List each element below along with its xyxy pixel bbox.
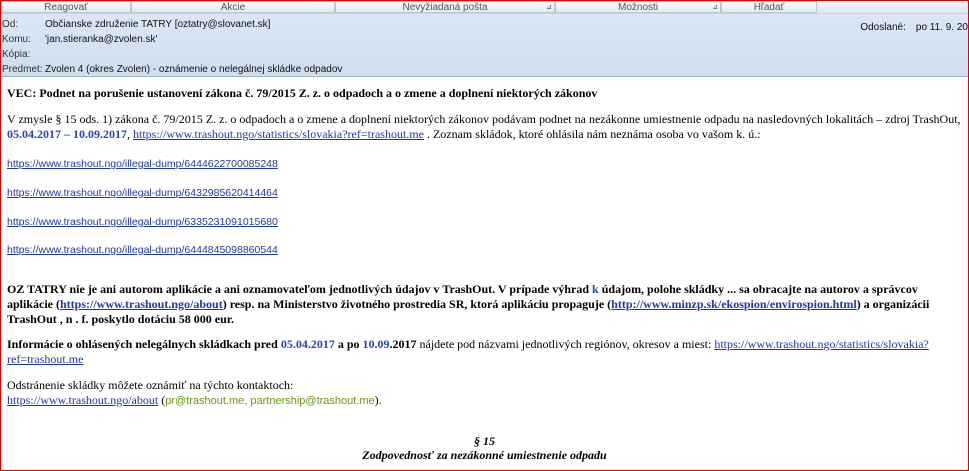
disclaimer-text: ) resp. na Ministerstvo životného prostr… — [222, 297, 612, 311]
sent-label: Odoslané: — [860, 22, 906, 33]
date-to: 10.09.2017 — [73, 127, 127, 141]
info-date-to: 10.09 — [362, 337, 390, 351]
toolbar: Reagovať Akcie Nevyžiadaná pošta ⊿ Možnos… — [1, 1, 968, 14]
dump-link[interactable]: https://www.trashout.ngo/illegal-dump/64… — [7, 158, 278, 170]
info-paragraph: Informácie o ohlásených nelegálnych sklá… — [7, 337, 962, 367]
disclaimer-text: OZ TATRY nie je ani autorom aplikácie a … — [7, 282, 593, 296]
disclaimer-k: k — [592, 282, 599, 296]
to-label: Komu: — [2, 34, 31, 45]
junk-mail-label: Nevyžiadaná pošta — [402, 2, 488, 13]
about-link[interactable]: https://www.trashout.ngo/about — [60, 297, 223, 311]
pr-email-link[interactable]: pr@trashout.me — [165, 395, 244, 407]
info-date-from: 05.04.2017 — [280, 337, 335, 351]
dump-link-2-row: https://www.trashout.ngo/illegal-dump/64… — [7, 185, 962, 201]
message-header: Od: Občianske združenie TATRY [oztatry@s… — [1, 14, 968, 77]
intro-text: V zmysle § 15 ods. 1) zákona č. 79/2015 … — [7, 112, 961, 126]
subject-label: Predmet: — [2, 64, 43, 75]
intro-paragraph: V zmysle § 15 ods. 1) zákona č. 79/2015 … — [7, 112, 962, 142]
junk-mail-button[interactable]: Nevyžiadaná pošta ⊿ — [335, 1, 555, 13]
subject-row: Predmet: Zvolen 4 (okres Zvolen) - oznám… — [1, 62, 701, 77]
options-button[interactable]: Možnosti ⊿ — [555, 1, 721, 13]
from-value[interactable]: Občianske združenie TATRY [oztatry@slova… — [45, 17, 270, 32]
cc-row: Kópia: — [1, 47, 701, 62]
sent-info: Odoslané: po 11. 9. 20 — [850, 22, 968, 33]
info-text: Informácie o ohlásených nelegálnych sklá… — [7, 337, 281, 351]
ministry-link[interactable]: http://www.minzp.sk/ekospion/envirospion… — [611, 297, 857, 311]
disclaimer-paragraph: OZ TATRY nie je ani autorom aplikácie a … — [7, 282, 962, 327]
section-number: § 15 — [474, 434, 495, 448]
partnership-email-link[interactable]: partnership@trashout.me — [250, 395, 374, 407]
from-row: Od: Občianske združenie TATRY [oztatry@s… — [1, 17, 701, 32]
to-row: Komu: 'jan.stieranka@zvolen.sk' — [1, 32, 701, 47]
find-button[interactable]: Hľadať — [721, 1, 817, 13]
dropdown-arrow-icon: ⊿ — [546, 4, 552, 11]
info-text: a po — [334, 337, 363, 351]
info-text: nájdete pod názvami jednotlivých regióno… — [416, 337, 715, 351]
date-from: 05.04.2017 — [7, 127, 61, 141]
info-year: .2017 — [389, 337, 417, 351]
cc-label: Kópia: — [2, 49, 31, 60]
sent-value: po 11. 9. 20 — [915, 22, 968, 33]
paren-close: ). — [374, 393, 382, 407]
statistics-link[interactable]: https://www.trashout.ngo/statistics/slov… — [133, 127, 424, 141]
dump-link[interactable]: https://www.trashout.ngo/illegal-dump/64… — [7, 244, 278, 256]
removal-paragraph: Odstránenie skládky môžete oznámiť na tý… — [7, 378, 962, 409]
removal-about-link[interactable]: https://www.trashout.ngo/about — [7, 393, 158, 407]
dump-link[interactable]: https://www.trashout.ngo/illegal-dump/64… — [7, 187, 278, 199]
subject-value: Zvolen 4 (okres Zvolen) - oznámenie o ne… — [45, 64, 343, 75]
actions-button[interactable]: Akcie — [131, 1, 335, 13]
removal-text: Odstránenie skládky môžete oznámiť na tý… — [7, 378, 294, 392]
to-value[interactable]: 'jan.stieranka@zvolen.sk' — [45, 32, 157, 47]
dump-link[interactable]: https://www.trashout.ngo/illegal-dump/63… — [7, 216, 278, 228]
reply-label: Reagovať — [44, 2, 88, 13]
dump-link-4-row: https://www.trashout.ngo/illegal-dump/64… — [7, 242, 962, 258]
actions-label: Akcie — [220, 2, 246, 13]
find-label: Hľadať — [753, 2, 785, 13]
dump-link-3-row: https://www.trashout.ngo/illegal-dump/63… — [7, 214, 962, 230]
reply-button[interactable]: Reagovať — [1, 1, 131, 13]
from-label: Od: — [2, 19, 19, 30]
date-dash: – — [61, 127, 73, 141]
intro-text-end: . Zoznam skládok, ktoré ohlásila nám nez… — [423, 127, 761, 141]
subject-heading: VEC: Podnet na porušenie ustanovení záko… — [7, 86, 598, 100]
dump-link-1-row: https://www.trashout.ngo/illegal-dump/64… — [7, 156, 962, 172]
section-title: Zodpovednosť za nezákonné umiestnenie od… — [362, 448, 607, 462]
dropdown-arrow-icon: ⊿ — [712, 4, 718, 11]
options-label: Možnosti — [617, 2, 658, 13]
